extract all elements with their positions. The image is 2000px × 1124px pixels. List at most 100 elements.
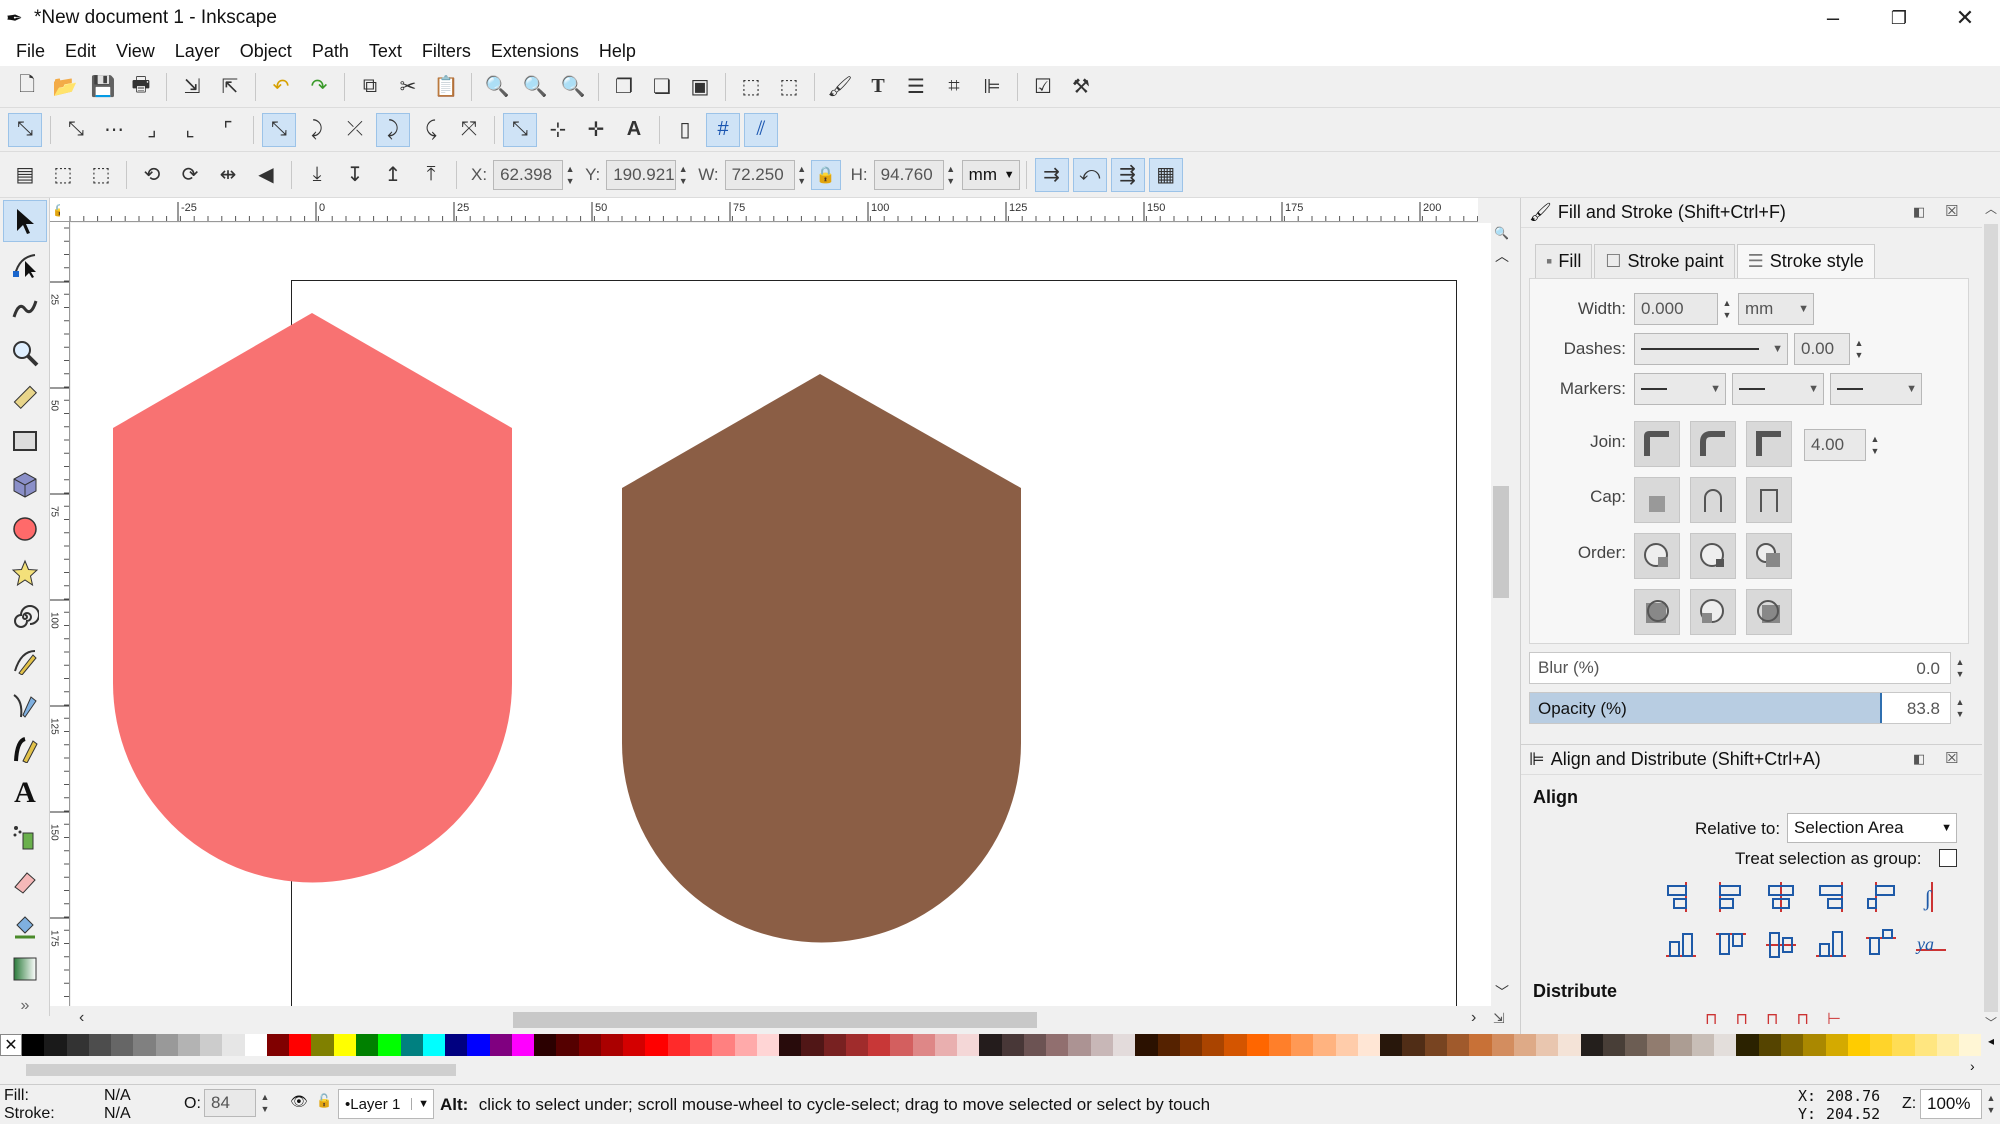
brown-shield[interactable] <box>622 374 1021 943</box>
x-spinner[interactable]: ▲ ▼ <box>563 160 577 190</box>
red-shield[interactable] <box>113 313 512 883</box>
h-spinner[interactable]: ▲ ▼ <box>944 160 958 190</box>
palette-swatch[interactable] <box>1179 1034 1203 1056</box>
palette-menu-icon[interactable]: ◂ <box>1982 1034 2000 1056</box>
menu-view[interactable]: View <box>106 41 165 62</box>
redo-icon[interactable]: ↷ <box>302 70 336 104</box>
text-font-dialog-icon[interactable]: T <box>861 70 895 104</box>
flip-horizontal-icon[interactable]: ⇹ <box>211 158 245 192</box>
box3d-tool-icon[interactable] <box>3 464 47 506</box>
palette-swatch[interactable] <box>890 1034 913 1056</box>
palette-swatch[interactable] <box>1691 1034 1715 1056</box>
palette-swatch[interactable] <box>1023 1034 1047 1056</box>
align-text-anchor-icon[interactable]: ʃ <box>1911 877 1951 917</box>
palette-swatch[interactable] <box>979 1034 1002 1056</box>
palette-swatch[interactable] <box>400 1034 423 1056</box>
scroll-up-icon[interactable]: ︿ <box>1495 246 1509 266</box>
flip-vertical-icon[interactable]: ◀ <box>249 158 283 192</box>
palette-swatch[interactable] <box>578 1034 601 1056</box>
snap-text-baseline-icon[interactable]: A <box>617 113 651 147</box>
dock-scroll-thumb[interactable] <box>1984 224 1998 1012</box>
panel-close-icon[interactable]: ☒ <box>1945 202 1958 220</box>
menu-layer[interactable]: Layer <box>165 41 230 62</box>
palette-swatch[interactable] <box>266 1034 290 1056</box>
restore-button[interactable]: ❐ <box>1866 0 1932 36</box>
blur-spinner[interactable]: ▲ ▼ <box>1953 652 1967 684</box>
distribute-gaps-icon[interactable]: ⊓ <box>1796 1009 1808 1029</box>
palette-swatch[interactable] <box>1157 1034 1180 1056</box>
snap-bbox-icon[interactable]: ⤡ <box>59 113 93 147</box>
vertical-scrollbar[interactable]: 🔍 ︿ ﹀ <box>1491 222 1511 1006</box>
x-input[interactable]: 62.398 <box>493 159 564 190</box>
calligraphy-tool-icon[interactable] <box>3 728 47 770</box>
palette-swatch[interactable] <box>177 1034 201 1056</box>
palette-swatch[interactable] <box>712 1034 735 1056</box>
scroll-down-icon[interactable]: ﹀ <box>1495 982 1509 1002</box>
vertical-ruler[interactable]: 25 50 75 100 125 150 175 <box>50 222 70 1006</box>
tab-stroke-paint[interactable]: ☐ Stroke paint <box>1594 244 1735 278</box>
cap-square-button[interactable] <box>1746 477 1792 523</box>
palette-swatch[interactable] <box>934 1034 958 1056</box>
palette-swatch[interactable] <box>1914 1034 1937 1056</box>
spiral-tool-icon[interactable] <box>3 596 47 638</box>
palette-scrollbar[interactable]: › <box>0 1056 2000 1084</box>
print-icon[interactable]: 🖶 <box>124 70 158 104</box>
palette-swatch[interactable] <box>333 1034 356 1056</box>
palette-swatch[interactable] <box>289 1034 312 1056</box>
menu-filters[interactable]: Filters <box>412 41 481 62</box>
cap-round-button[interactable] <box>1690 477 1736 523</box>
y-input[interactable]: 190.921 <box>606 159 677 190</box>
document-properties-icon[interactable]: ☑ <box>1026 70 1060 104</box>
fill-indicator-value[interactable]: N/A <box>104 1087 131 1105</box>
snap-others-icon[interactable]: ⤡ <box>503 112 537 147</box>
snap-paths-icon[interactable]: ⤸ <box>300 113 334 147</box>
menu-path[interactable]: Path <box>302 41 359 62</box>
join-round-button[interactable] <box>1690 421 1736 467</box>
transform-gradients-icon[interactable]: ⇶ <box>1110 157 1145 192</box>
zoom-drawing-icon[interactable]: 🔍 <box>518 70 552 104</box>
palette-swatch[interactable] <box>1491 1034 1514 1056</box>
eraser-tool-icon[interactable] <box>3 860 47 902</box>
palette-swatch[interactable] <box>534 1034 557 1056</box>
snap-grid-icon[interactable]: # <box>706 112 740 147</box>
palette-swatch[interactable] <box>1402 1034 1425 1056</box>
horizontal-scroll-thumb[interactable] <box>513 1012 1037 1028</box>
select-all-layers-icon[interactable]: ⬚ <box>46 158 80 192</box>
palette-swatch[interactable] <box>1847 1034 1871 1056</box>
measure-tool-icon[interactable] <box>3 376 47 418</box>
menu-edit[interactable]: Edit <box>55 41 106 62</box>
snap-path-intersection-icon[interactable]: ⤫ <box>338 113 372 147</box>
palette-swatch[interactable] <box>1513 1034 1537 1056</box>
palette-swatch[interactable] <box>378 1034 401 1056</box>
center-horizontal-axis-icon[interactable] <box>1761 925 1801 965</box>
palette-swatch[interactable] <box>1224 1034 1247 1056</box>
palette-swatch[interactable] <box>1870 1034 1893 1056</box>
align-bottom-to-top-icon[interactable] <box>1661 925 1701 965</box>
dock-scroll-down-icon[interactable]: ﹀ <box>1985 1014 1997 1031</box>
group-icon[interactable]: ⬚ <box>734 70 768 104</box>
transform-patterns-icon[interactable]: ▦ <box>1148 157 1183 192</box>
snap-bbox-center-icon[interactable]: ⌜ <box>211 113 245 147</box>
align-top-to-bottom-icon[interactable] <box>1861 925 1901 965</box>
palette-swatch[interactable] <box>823 1034 846 1056</box>
palette-swatch[interactable] <box>756 1034 780 1056</box>
order-button-1[interactable] <box>1634 533 1680 579</box>
status-opacity-input[interactable]: 84 <box>204 1089 256 1117</box>
width-unit-select[interactable]: mm ▼ <box>1738 293 1814 325</box>
menu-extensions[interactable]: Extensions <box>481 41 589 62</box>
palette-swatch[interactable] <box>22 1034 45 1056</box>
palette-swatch[interactable] <box>200 1034 223 1056</box>
pencil-tool-icon[interactable] <box>3 640 47 682</box>
selector-tool-icon[interactable] <box>3 200 47 242</box>
zoom-page-icon[interactable]: 🔍 <box>556 70 590 104</box>
stroke-indicator-value[interactable]: N/A <box>104 1105 131 1123</box>
star-tool-icon[interactable] <box>3 552 47 594</box>
order-button-3[interactable] <box>1746 533 1792 579</box>
scroll-left-icon[interactable]: ‹ <box>79 1009 84 1027</box>
palette-swatch[interactable] <box>445 1034 468 1056</box>
horizontal-ruler[interactable]: -250255075100125150175200225 <box>60 198 1478 222</box>
select-all-icon[interactable]: ▤ <box>8 158 42 192</box>
ungroup-icon[interactable]: ⬚ <box>772 70 806 104</box>
snap-smooth-nodes-icon[interactable]: ⤹ <box>414 113 448 147</box>
more-tools-chevron-icon[interactable]: » <box>3 992 47 1020</box>
